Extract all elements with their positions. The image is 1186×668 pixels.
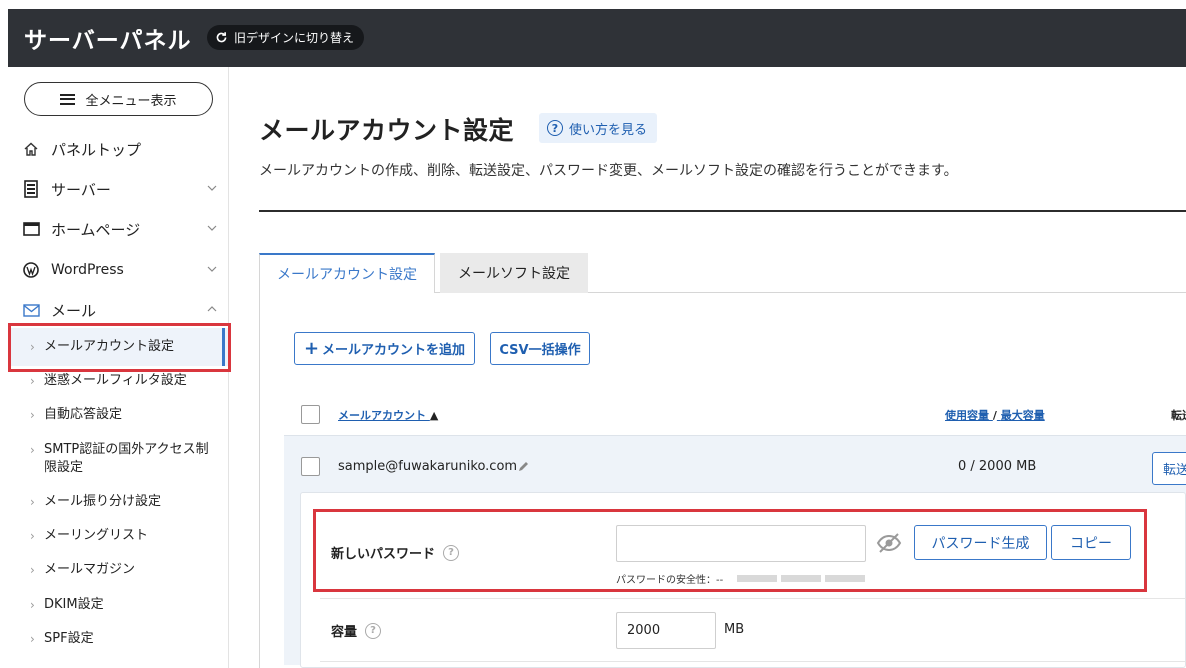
sidebar-subitem-mailing-list[interactable]: › メーリングリスト <box>8 527 229 545</box>
column-header-capacity-label[interactable]: 最大容量 <box>1001 409 1045 422</box>
help-link[interactable]: ? 使い方を見る <box>539 113 658 143</box>
row-checkbox[interactable] <box>301 457 320 476</box>
chevron-right-icon: › <box>30 408 35 422</box>
highlight-box-password <box>313 509 1147 592</box>
sidebar-item-homepage[interactable]: ホームページ <box>8 209 229 249</box>
sidebar-item-label: WordPress <box>51 262 124 278</box>
sort-asc-icon: ▲ <box>429 409 439 422</box>
page: サーバーパネル 旧デザインに切り替え 全メニュー表示 パネルトップ サーバー ホ… <box>0 0 1186 668</box>
account-email: sample@fuwakaruniko.com <box>338 459 518 474</box>
sidebar-subitem-mail-magazine[interactable]: › メールマガジン <box>8 561 229 579</box>
column-header-account[interactable]: メールアカウント ▲ <box>338 407 438 423</box>
refresh-icon <box>216 32 227 43</box>
divider <box>259 210 1186 212</box>
capacity-unit: MB <box>724 622 745 637</box>
sidebar-item-label: サーバー <box>51 180 111 199</box>
sidebar-subitem-label: 自動応答設定 <box>44 407 123 422</box>
switch-design-button[interactable]: 旧デザインに切り替え <box>207 25 365 50</box>
chevron-right-icon: › <box>30 632 35 646</box>
capacity-label: 容量 ? <box>331 621 382 640</box>
chevron-right-icon: › <box>30 374 35 388</box>
capacity-input[interactable]: 2000 <box>616 612 716 649</box>
select-all-checkbox[interactable] <box>301 405 320 424</box>
highlight-box-sidebar <box>8 323 231 372</box>
column-header-separator: / <box>992 409 997 422</box>
column-header-usage[interactable]: 使用容量 / 最大容量 <box>945 407 1045 423</box>
csv-bulk-button[interactable]: CSV一括操作 <box>490 332 590 365</box>
sidebar-subitem-smtp-restriction[interactable]: › SMTP認証の国外アクセス制限設定 <box>8 441 229 477</box>
top-header: サーバーパネル 旧デザインに切り替え <box>8 9 1186 67</box>
wordpress-icon <box>22 261 40 279</box>
help-question-icon[interactable]: ? <box>365 622 382 639</box>
chevron-right-icon: › <box>30 563 35 577</box>
pencil-edit-icon[interactable] <box>517 460 530 473</box>
sidebar-item-wordpress[interactable]: WordPress <box>8 250 229 290</box>
home-icon <box>22 140 40 158</box>
tab-mail-account-settings[interactable]: メールアカウント設定 <box>259 253 435 293</box>
sidebar-subitem-spf[interactable]: › SPF設定 <box>8 630 229 648</box>
sidebar-item-server[interactable]: サーバー <box>8 169 229 209</box>
divider <box>320 598 1186 599</box>
divider <box>320 661 1186 662</box>
add-mail-account-button[interactable]: + メールアカウントを追加 <box>294 332 475 365</box>
capacity-label-text: 容量 <box>331 625 358 640</box>
plus-icon: + <box>303 338 320 359</box>
sidebar-item-panel-top[interactable]: パネルトップ <box>8 129 229 169</box>
sidebar-item-label: メール <box>51 301 97 320</box>
brand-title: サーバーパネル <box>24 28 192 54</box>
page-description: メールアカウントの作成、削除、転送設定、パスワード変更、メールソフト設定の確認を… <box>259 163 958 179</box>
chevron-right-icon: › <box>30 443 35 457</box>
column-header-account-label: メールアカウント <box>338 409 426 422</box>
sidebar-subitem-label: SPF設定 <box>44 631 94 646</box>
browser-window-icon <box>22 220 40 238</box>
sidebar-subitem-label: SMTP認証の国外アクセス制限設定 <box>44 442 209 475</box>
server-icon <box>22 180 40 198</box>
chevron-down-icon <box>207 185 217 191</box>
forward-button[interactable]: 転送 <box>1152 452 1186 485</box>
sidebar-subitem-label: 迷惑メールフィルタ設定 <box>44 373 187 388</box>
sidebar-subitem-spam-filter[interactable]: › 迷惑メールフィルタ設定 <box>8 372 229 390</box>
chevron-right-icon: › <box>30 495 35 509</box>
sidebar-subitem-label: DKIM設定 <box>44 597 104 612</box>
show-all-menu-button[interactable]: 全メニュー表示 <box>24 82 213 116</box>
chevron-up-icon <box>207 306 217 312</box>
column-header-forward: 転送 <box>1171 409 1186 422</box>
chevron-right-icon: › <box>30 598 35 612</box>
sidebar-subitem-auto-reply[interactable]: › 自動応答設定 <box>8 406 229 424</box>
sidebar-item-label: パネルトップ <box>51 140 142 159</box>
page-title: メールアカウント設定 <box>259 116 515 145</box>
hamburger-icon <box>60 93 76 105</box>
sidebar-subitem-mail-sorting[interactable]: › メール振り分け設定 <box>8 493 229 511</box>
switch-design-label: 旧デザインに切り替え <box>234 31 355 45</box>
add-mail-account-label: メールアカウントを追加 <box>322 343 466 358</box>
chevron-down-icon <box>207 225 217 231</box>
question-circle-icon: ? <box>547 120 563 136</box>
help-link-label: 使い方を見る <box>569 122 648 138</box>
show-all-menu-label: 全メニュー表示 <box>85 93 177 109</box>
sidebar-subitem-label: メール振り分け設定 <box>44 494 162 509</box>
sidebar-subitem-label: メーリングリスト <box>44 528 149 543</box>
account-usage: 0 / 2000 MB <box>958 459 1037 474</box>
sidebar-item-label: ホームページ <box>51 220 141 239</box>
tab-mail-software-settings[interactable]: メールソフト設定 <box>440 253 588 293</box>
chevron-down-icon <box>207 266 217 272</box>
mail-icon <box>22 301 40 319</box>
sidebar-subitem-dkim[interactable]: › DKIM設定 <box>8 596 229 614</box>
column-header-usage-label[interactable]: 使用容量 <box>945 409 989 422</box>
chevron-right-icon: › <box>30 529 35 543</box>
sidebar-subitem-label: メールマガジン <box>44 562 136 577</box>
